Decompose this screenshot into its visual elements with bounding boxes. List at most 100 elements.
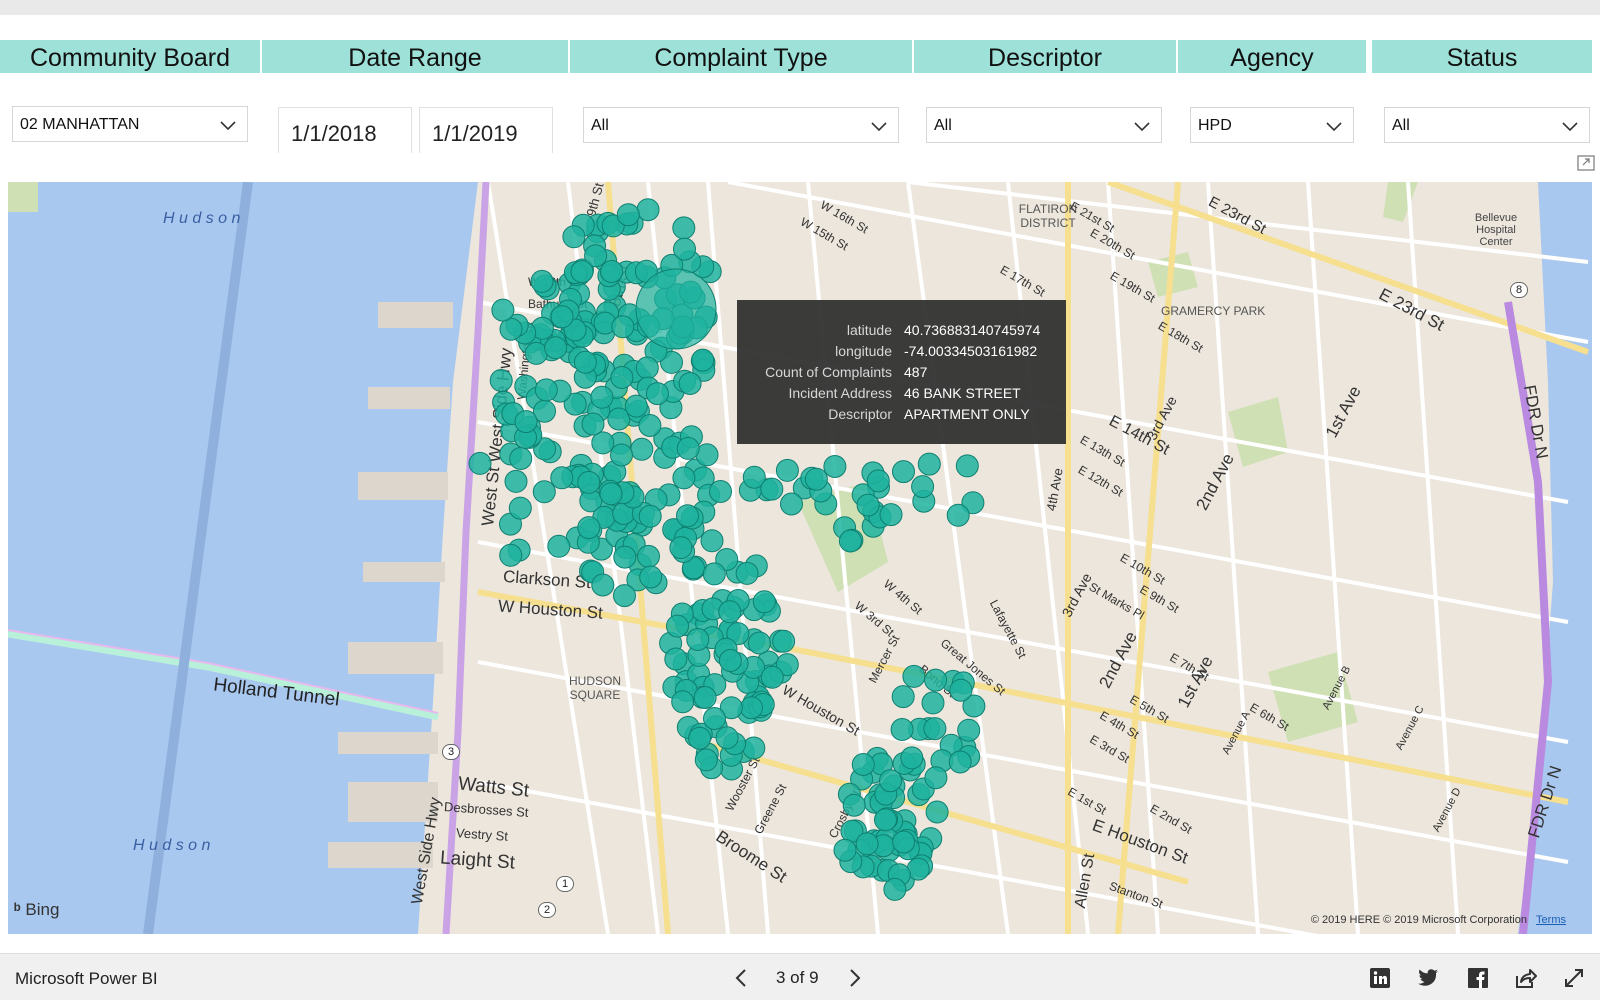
- complaint-marker[interactable]: [577, 516, 601, 540]
- complaint-marker[interactable]: [892, 830, 916, 854]
- complaint-marker[interactable]: [949, 678, 973, 702]
- complaint-marker[interactable]: [694, 748, 718, 772]
- complaint-marker[interactable]: [879, 503, 903, 527]
- complaint-marker[interactable]: [591, 573, 615, 597]
- complaint-marker[interactable]: [739, 696, 763, 720]
- complaint-marker[interactable]: [672, 216, 696, 240]
- complaint-marker[interactable]: [624, 394, 648, 418]
- complaint-marker[interactable]: [636, 198, 660, 222]
- selected-complaint-marker[interactable]: [635, 268, 717, 350]
- complaint-marker[interactable]: [613, 545, 637, 569]
- complaint-marker[interactable]: [669, 536, 693, 560]
- community-board-dropdown[interactable]: 02 MANHATTAN: [12, 106, 248, 142]
- facebook-icon[interactable]: [1466, 966, 1490, 990]
- complaint-marker[interactable]: [866, 469, 890, 493]
- complaint-marker[interactable]: [891, 685, 915, 709]
- complaint-marker[interactable]: [590, 385, 614, 409]
- twitter-icon[interactable]: [1416, 966, 1440, 990]
- complaint-marker[interactable]: [645, 382, 669, 406]
- complaint-marker[interactable]: [700, 529, 724, 553]
- complaint-marker[interactable]: [957, 718, 981, 742]
- linkedin-icon[interactable]: [1368, 966, 1392, 990]
- descriptor-dropdown[interactable]: All: [926, 107, 1162, 143]
- complaint-marker[interactable]: [718, 600, 742, 624]
- complaint-marker[interactable]: [664, 647, 688, 671]
- complaint-marker[interactable]: [924, 766, 948, 790]
- complaint-marker[interactable]: [760, 477, 784, 501]
- complaint-marker[interactable]: [693, 686, 717, 709]
- complaint-marker[interactable]: [883, 877, 907, 901]
- complaint-marker[interactable]: [499, 543, 523, 567]
- complaint-marker[interactable]: [534, 378, 558, 402]
- complaint-marker[interactable]: [635, 356, 659, 380]
- complaint-marker[interactable]: [544, 336, 568, 360]
- complaint-marker[interactable]: [715, 726, 739, 750]
- complaint-marker[interactable]: [630, 437, 654, 461]
- complaint-marker[interactable]: [508, 496, 532, 520]
- complaint-marker[interactable]: [925, 800, 949, 824]
- complaint-marker[interactable]: [838, 529, 862, 553]
- complaint-marker[interactable]: [780, 492, 803, 516]
- complaint-marker[interactable]: [562, 225, 586, 249]
- complaint-marker[interactable]: [703, 707, 726, 730]
- complaint-marker[interactable]: [504, 469, 528, 493]
- complaint-marker[interactable]: [600, 260, 624, 283]
- complaint-marker[interactable]: [804, 467, 828, 491]
- complaint-marker[interactable]: [955, 454, 979, 478]
- complaint-marker[interactable]: [890, 718, 914, 741]
- date-start-input[interactable]: 1/1/2018: [278, 107, 412, 153]
- complaint-marker[interactable]: [823, 455, 847, 478]
- complaint-marker[interactable]: [833, 838, 857, 862]
- complaint-marker[interactable]: [599, 482, 623, 506]
- complaint-marker[interactable]: [673, 237, 696, 261]
- complaint-marker[interactable]: [573, 350, 597, 374]
- complaint-marker[interactable]: [637, 544, 660, 568]
- complaint-marker[interactable]: [509, 447, 533, 470]
- complaint-marker[interactable]: [530, 269, 554, 293]
- agency-dropdown[interactable]: HPD: [1190, 107, 1354, 143]
- complaint-marker[interactable]: [672, 466, 696, 490]
- complaint-marker[interactable]: [547, 534, 571, 558]
- complaint-marker[interactable]: [491, 298, 515, 322]
- complaint-marker[interactable]: [917, 452, 941, 476]
- complaint-marker[interactable]: [613, 584, 636, 608]
- complaint-marker[interactable]: [946, 503, 970, 527]
- fullscreen-icon[interactable]: [1562, 966, 1586, 990]
- complaint-marker[interactable]: [671, 690, 695, 714]
- complaint-marker[interactable]: [760, 665, 784, 689]
- complaint-marker[interactable]: [638, 504, 662, 528]
- complaint-marker[interactable]: [678, 372, 702, 395]
- complaint-marker[interactable]: [570, 260, 594, 284]
- complaint-type-dropdown[interactable]: All: [583, 107, 899, 143]
- complaint-marker[interactable]: [676, 436, 700, 460]
- complaint-marker[interactable]: [911, 475, 935, 499]
- complaint-marker[interactable]: [855, 832, 879, 856]
- complaint-marker[interactable]: [775, 458, 799, 482]
- complaint-marker[interactable]: [686, 628, 710, 651]
- complaint-marker[interactable]: [879, 769, 902, 793]
- complaint-marker[interactable]: [923, 717, 947, 741]
- complaint-marker[interactable]: [610, 443, 633, 467]
- complaint-marker[interactable]: [639, 565, 663, 589]
- complaint-marker[interactable]: [691, 348, 715, 372]
- complaint-marker[interactable]: [702, 562, 726, 586]
- complaint-marker[interactable]: [666, 614, 689, 638]
- complaint-marker[interactable]: [676, 504, 699, 528]
- complaint-marker[interactable]: [718, 649, 742, 672]
- complaint-marker[interactable]: [514, 410, 538, 434]
- complaint-marker[interactable]: [921, 691, 945, 715]
- complaint-marker[interactable]: [709, 480, 732, 503]
- complaint-markers[interactable]: [8, 182, 1592, 934]
- complaint-marker[interactable]: [616, 203, 640, 227]
- complaint-marker[interactable]: [892, 460, 915, 484]
- chevron-left-icon[interactable]: [730, 964, 754, 992]
- complaint-marker[interactable]: [577, 470, 601, 494]
- complaint-marker[interactable]: [752, 590, 776, 614]
- complaint-marker[interactable]: [902, 664, 926, 688]
- status-dropdown[interactable]: All: [1384, 107, 1590, 143]
- complaint-marker[interactable]: [747, 631, 771, 655]
- complaint-marker[interactable]: [581, 412, 605, 436]
- complaint-marker[interactable]: [524, 341, 548, 365]
- complaint-marker[interactable]: [638, 414, 662, 437]
- complaint-marker[interactable]: [532, 480, 556, 504]
